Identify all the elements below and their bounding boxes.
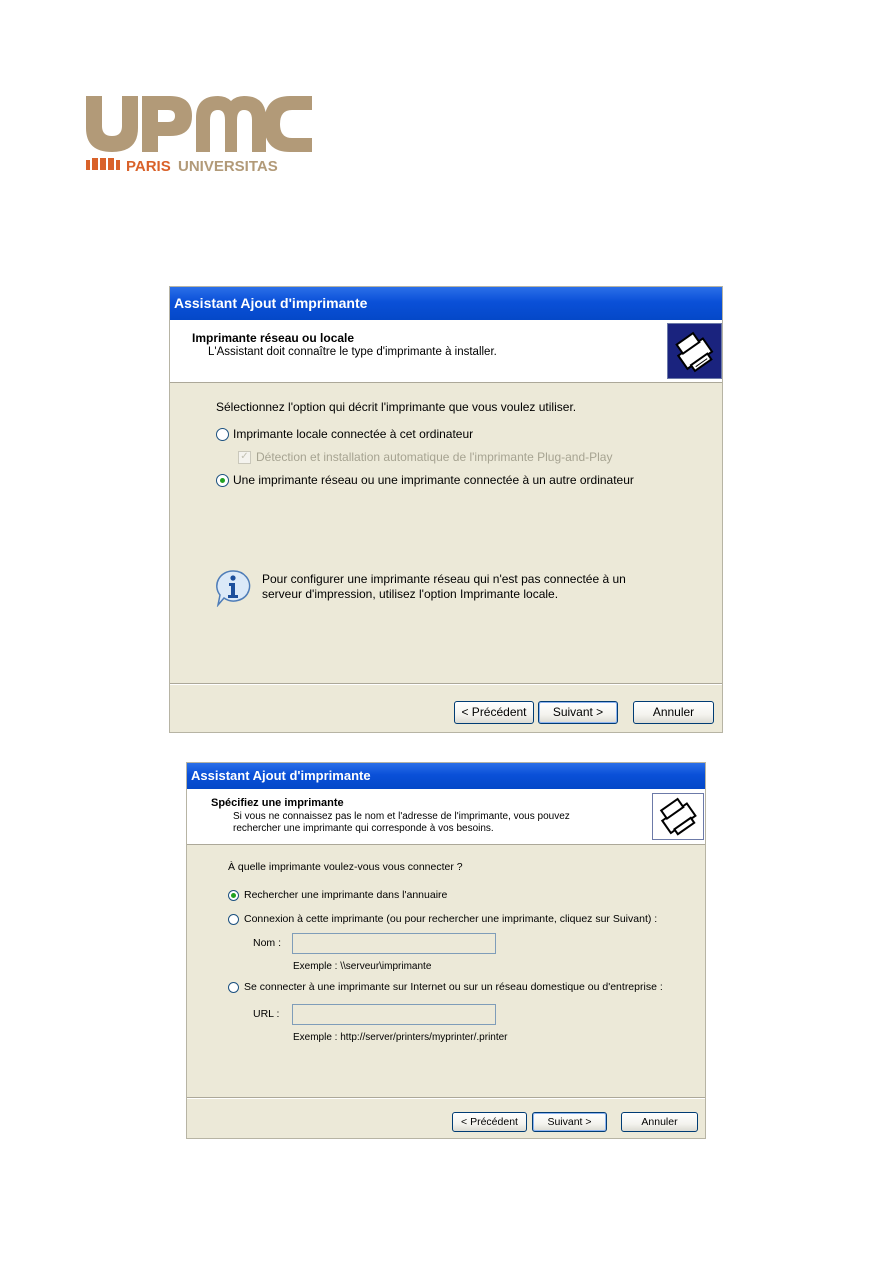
upmc-logo: PARIS UNIVERSITAS xyxy=(86,96,312,174)
header-title: Imprimante réseau ou locale xyxy=(192,331,355,345)
header-title: Spécifiez une imprimante xyxy=(211,797,344,809)
url-label: URL : xyxy=(253,1008,280,1020)
header-subtitle-line1: Si vous ne connaissez pas le nom et l'ad… xyxy=(233,811,570,822)
radio-local-printer[interactable] xyxy=(216,428,229,441)
option-connect-label[interactable]: Connexion à cette imprimante (ou pour re… xyxy=(244,913,657,925)
cancel-button[interactable]: Annuler xyxy=(633,701,714,724)
url-input[interactable] xyxy=(292,1004,496,1025)
logo-universitas: UNIVERSITAS xyxy=(178,158,278,174)
checkbox-plug-and-play[interactable]: ✓ xyxy=(238,451,251,464)
radio-connect-printer[interactable] xyxy=(228,914,239,925)
add-printer-wizard-dialog-1: Assistant Ajout d'imprimante Imprimante … xyxy=(169,286,723,733)
info-text-line2: serveur d'impression, utilisez l'option … xyxy=(262,587,559,601)
logo-paris: PARIS xyxy=(126,158,171,174)
url-example: Exemple : http://server/printers/myprint… xyxy=(293,1032,508,1043)
info-text-line1: Pour configurer une imprimante réseau qu… xyxy=(262,572,626,586)
next-button[interactable]: Suivant > xyxy=(532,1112,607,1132)
wizard-header: Imprimante réseau ou locale L'Assistant … xyxy=(170,320,722,383)
footer-separator xyxy=(187,1097,705,1099)
printer-icon xyxy=(667,323,722,379)
header-subtitle: L'Assistant doit connaître le type d'imp… xyxy=(208,346,497,358)
header-subtitle-line2: rechercher une imprimante qui correspond… xyxy=(233,823,494,834)
back-button[interactable]: < Précédent xyxy=(452,1112,527,1132)
name-label: Nom : xyxy=(253,937,282,949)
footer-separator xyxy=(170,683,722,685)
name-example: Exemple : \\serveur\imprimante xyxy=(293,961,432,972)
window-title: Assistant Ajout d'imprimante xyxy=(191,768,371,783)
radio-internet-printer[interactable] xyxy=(228,982,239,993)
radio-directory[interactable] xyxy=(228,890,239,901)
name-input[interactable] xyxy=(292,933,496,954)
back-button[interactable]: < Précédent xyxy=(454,701,534,724)
info-icon xyxy=(215,569,251,608)
next-button[interactable]: Suivant > xyxy=(538,701,618,724)
option-network-label[interactable]: Une imprimante réseau ou une imprimante … xyxy=(233,473,634,487)
option-internet-label[interactable]: Se connecter à une imprimante sur Intern… xyxy=(244,981,663,993)
add-printer-wizard-dialog-2: Assistant Ajout d'imprimante Spécifiez u… xyxy=(186,762,706,1139)
prompt-text: Sélectionnez l'option qui décrit l'impri… xyxy=(216,400,577,414)
cancel-button[interactable]: Annuler xyxy=(621,1112,698,1132)
option-directory-label[interactable]: Rechercher une imprimante dans l'annuair… xyxy=(244,889,447,901)
option-local-label[interactable]: Imprimante locale connectée à cet ordina… xyxy=(233,427,473,441)
checkbox-pnp-label: Détection et installation automatique de… xyxy=(256,450,613,464)
title-bar: Assistant Ajout d'imprimante xyxy=(170,287,722,320)
radio-network-printer[interactable] xyxy=(216,474,229,487)
title-bar: Assistant Ajout d'imprimante xyxy=(187,763,705,789)
window-title: Assistant Ajout d'imprimante xyxy=(174,295,368,311)
wizard-header: Spécifiez une imprimante Si vous ne conn… xyxy=(187,789,705,845)
printer-icon xyxy=(652,793,704,840)
prompt-text: À quelle imprimante voulez-vous vous con… xyxy=(228,861,463,873)
